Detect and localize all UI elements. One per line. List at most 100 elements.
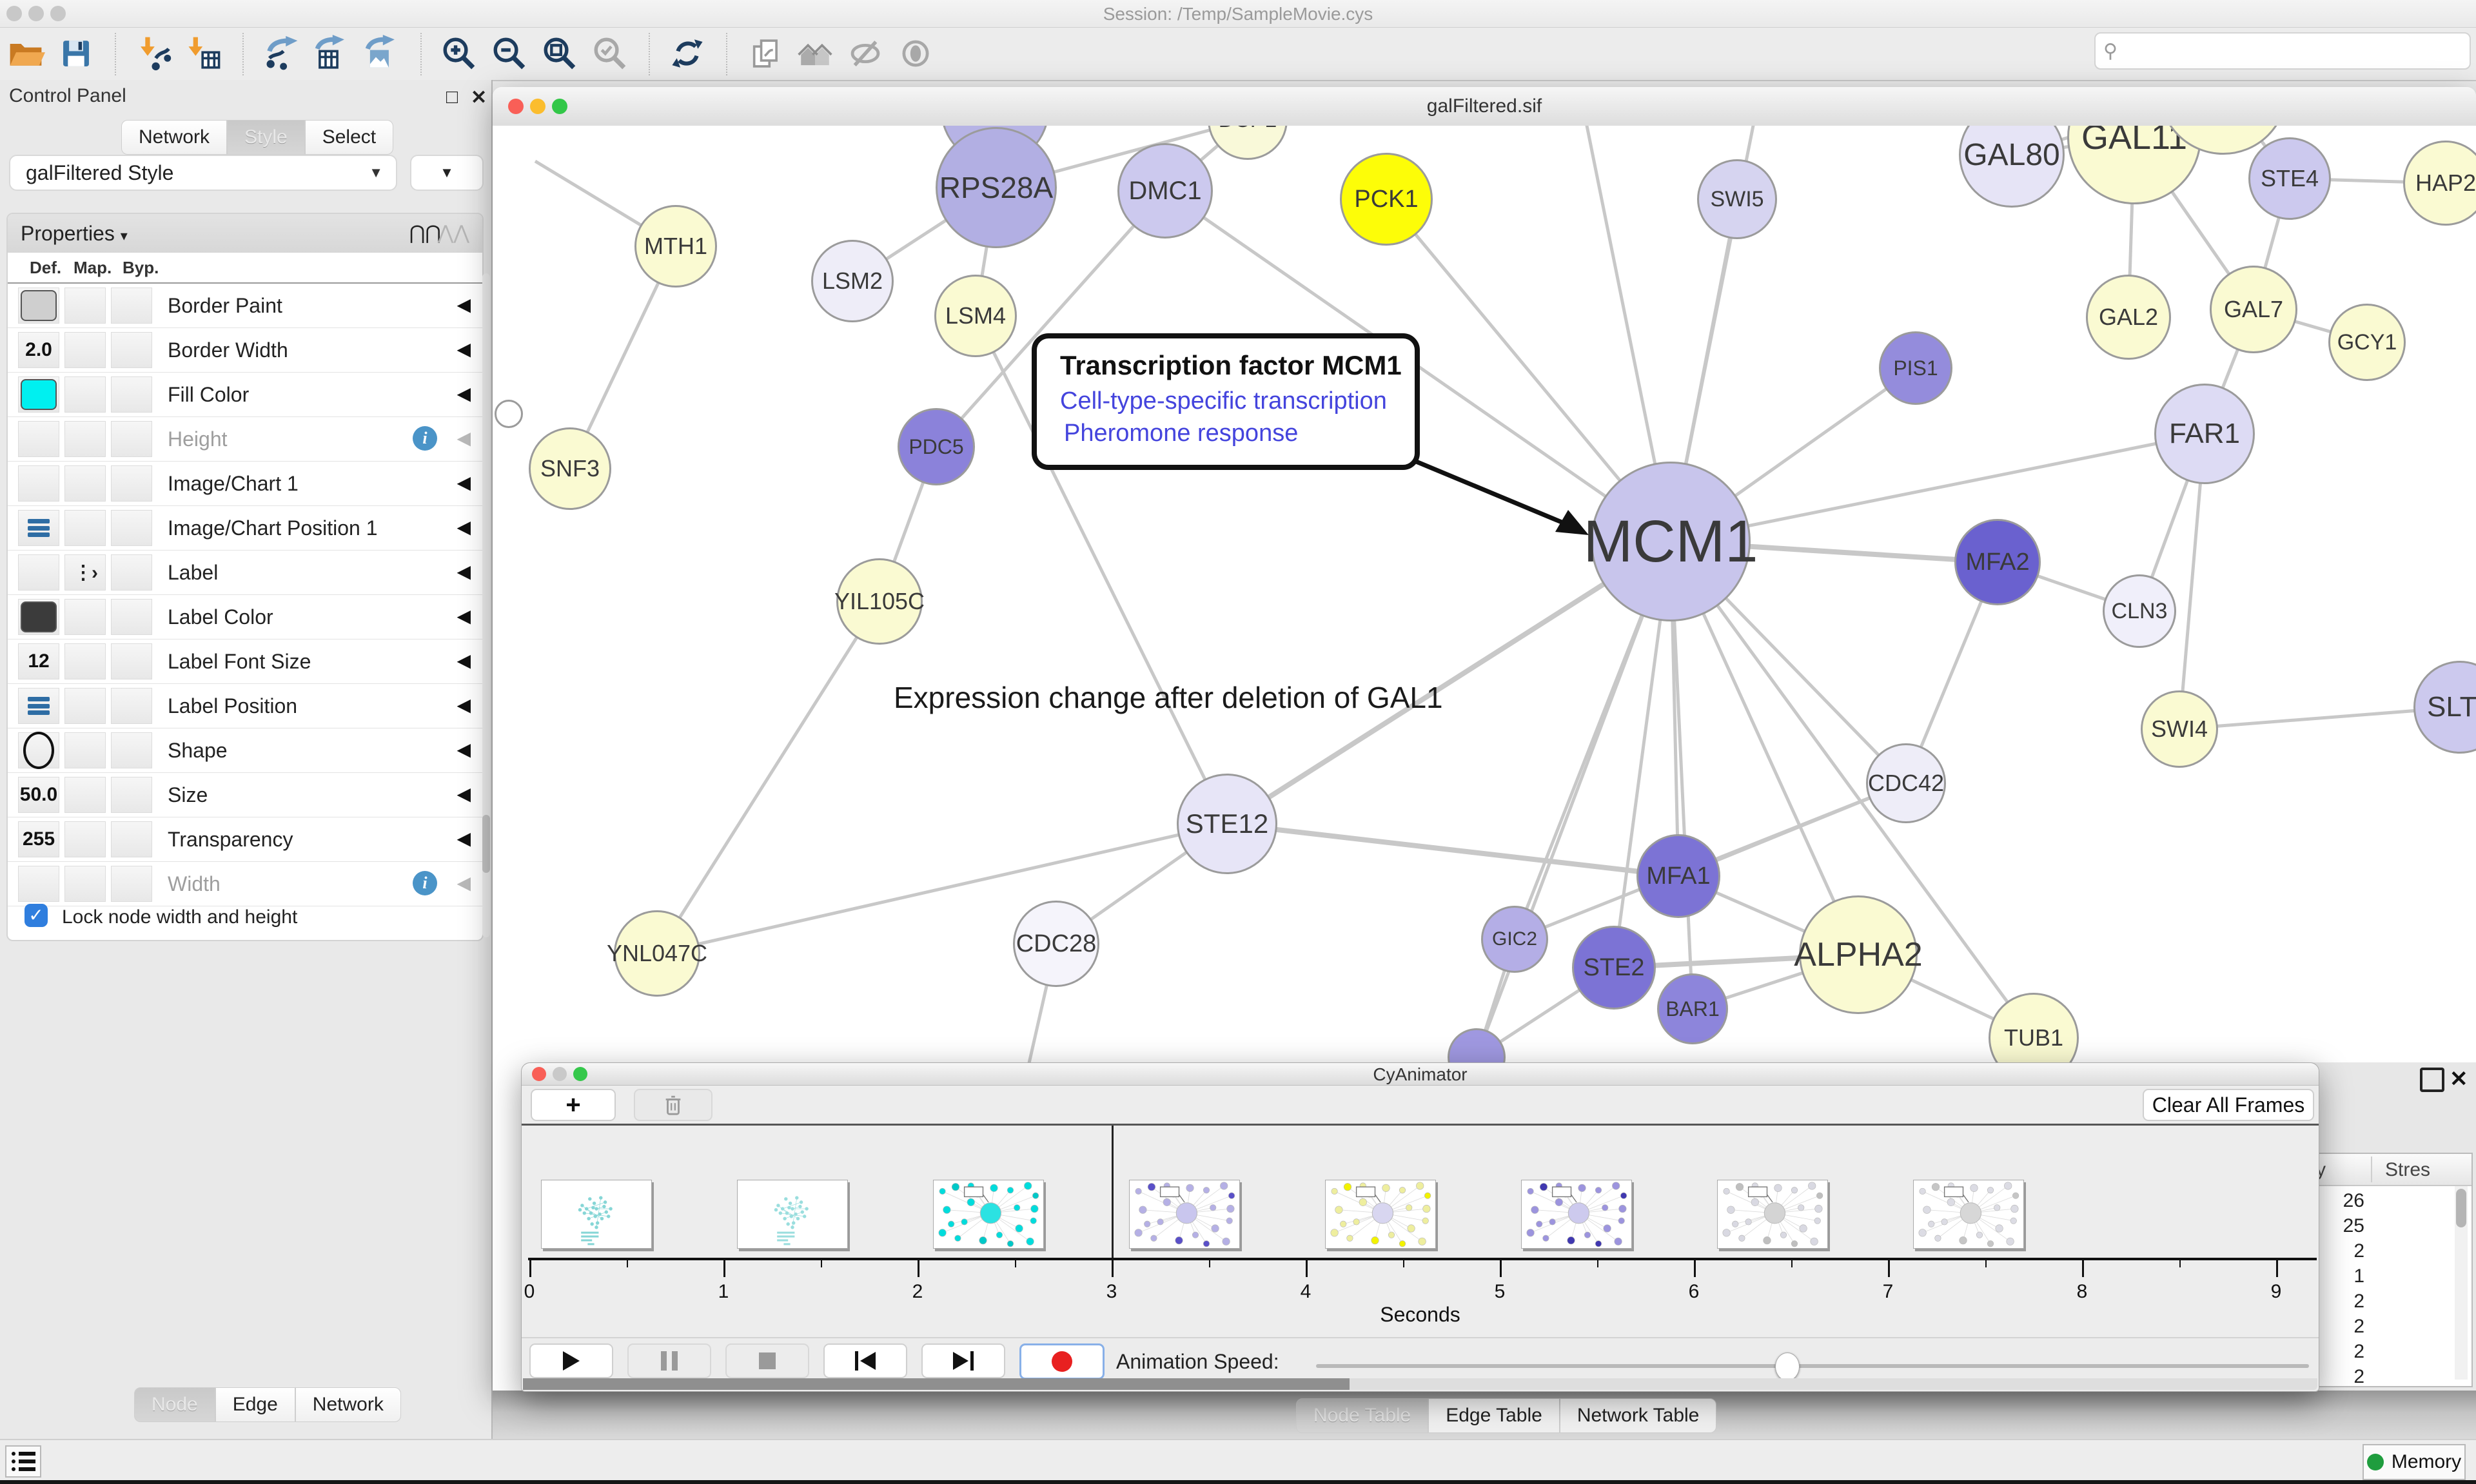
network-node-STE12[interactable]: STE12: [1177, 774, 1277, 874]
zoom-out-button[interactable]: [489, 34, 530, 75]
export-image-button[interactable]: [361, 34, 402, 75]
export-table-button[interactable]: [311, 34, 352, 75]
network-node-SNF3[interactable]: SNF3: [529, 427, 611, 510]
mapping-cell[interactable]: [64, 688, 106, 724]
animation-speed-slider[interactable]: [1316, 1364, 2309, 1368]
expand-property-icon[interactable]: ◀: [457, 605, 471, 627]
export-network-button[interactable]: [260, 34, 302, 75]
network-node-STE2[interactable]: STE2: [1572, 926, 1656, 1010]
network-node-STE4[interactable]: STE4: [2248, 137, 2331, 220]
tab-network[interactable]: Network: [295, 1387, 401, 1422]
network-node-BAR1[interactable]: BAR1: [1657, 973, 1728, 1044]
bypass-cell[interactable]: [111, 465, 152, 502]
network-node-MCM1[interactable]: MCM1: [1591, 462, 1751, 621]
default-value-cell[interactable]: 50.0: [18, 777, 59, 813]
houses-button[interactable]: [794, 34, 836, 75]
import-network-button[interactable]: [133, 34, 174, 75]
expand-property-icon[interactable]: ◀: [457, 561, 471, 582]
mapping-cell[interactable]: [64, 421, 106, 457]
bypass-cell[interactable]: [111, 288, 152, 324]
add-frame-button[interactable]: +: [531, 1089, 616, 1121]
expand-property-icon[interactable]: ◀: [457, 294, 471, 315]
frame-thumbnail-6[interactable]: [1717, 1180, 1828, 1249]
expand-property-icon[interactable]: ◀: [457, 338, 471, 360]
expand-property-icon[interactable]: ◀: [457, 516, 471, 538]
frame-thumbnail-4[interactable]: [1325, 1180, 1436, 1249]
open-folder-button[interactable]: [5, 34, 46, 75]
annotation-box[interactable]: Transcription factor MCM1 Cell-type-spec…: [1032, 333, 1420, 470]
expand-property-icon[interactable]: ◀: [457, 694, 471, 716]
network-node-CLN3[interactable]: CLN3: [2103, 574, 2176, 648]
bypass-cell[interactable]: [111, 866, 152, 902]
expand-property-icon[interactable]: ◀: [457, 427, 471, 449]
eye-slash-button[interactable]: [845, 34, 886, 75]
lock-node-size-checkbox[interactable]: ✓: [25, 904, 48, 927]
default-value-cell[interactable]: [18, 732, 59, 768]
expand-property-icon[interactable]: ◀: [457, 650, 471, 671]
network-node-MFA1[interactable]: MFA1: [1636, 834, 1720, 918]
tab-node-table[interactable]: Node Table: [1296, 1398, 1428, 1433]
network-node-PCK1[interactable]: PCK1: [1340, 153, 1433, 246]
task-history-button[interactable]: [5, 1445, 41, 1478]
clear-all-frames-button[interactable]: Clear All Frames: [2143, 1089, 2314, 1121]
properties-header[interactable]: Properties ▾ ⋂⋂ ⋀⋀: [8, 214, 482, 253]
network-node-CDC42[interactable]: CDC42: [1866, 743, 1946, 823]
network-node-SWI5[interactable]: SWI5: [1697, 159, 1777, 239]
network-node-GCY1[interactable]: GCY1: [2328, 304, 2406, 381]
default-value-cell[interactable]: 2.0: [18, 332, 59, 368]
table-header-row[interactable]: ity Stres: [2303, 1154, 2471, 1186]
network-node-CDC28[interactable]: CDC28: [1013, 901, 1099, 987]
default-value-cell[interactable]: [18, 288, 59, 324]
expand-property-icon[interactable]: ◀: [457, 783, 471, 805]
network-node-PIS1[interactable]: PIS1: [1879, 331, 1952, 405]
network-node-PDC5[interactable]: PDC5: [898, 408, 975, 485]
frame-thumbnail-0[interactable]: [541, 1180, 652, 1249]
default-value-cell[interactable]: [18, 866, 59, 902]
record-button[interactable]: [1019, 1343, 1105, 1380]
zoom-fit-button[interactable]: [539, 34, 580, 75]
bypass-cell[interactable]: [111, 332, 152, 368]
import-table-button[interactable]: [183, 34, 224, 75]
expand-property-icon[interactable]: ◀: [457, 383, 471, 404]
mapping-cell[interactable]: [64, 465, 106, 502]
mapping-cell[interactable]: [64, 732, 106, 768]
mapping-cell[interactable]: [64, 599, 106, 635]
skip-end-button[interactable]: [921, 1343, 1005, 1378]
mapping-cell[interactable]: [64, 288, 106, 324]
network-node-ALPHA2[interactable]: ALPHA2: [1799, 895, 1918, 1014]
bypass-cell[interactable]: [111, 554, 152, 591]
default-value-cell[interactable]: [18, 554, 59, 591]
network-node-GAL7[interactable]: GAL7: [2210, 266, 2297, 353]
default-value-cell[interactable]: 255: [18, 821, 59, 857]
animation-speed-slider-thumb[interactable]: [1775, 1352, 1800, 1381]
info-icon[interactable]: i: [413, 426, 437, 451]
bypass-cell[interactable]: [111, 688, 152, 724]
style-selector[interactable]: galFiltered Style ▼: [9, 155, 397, 191]
tab-select[interactable]: Select: [305, 120, 393, 155]
network-node-YNL047C[interactable]: YNL047C: [614, 910, 700, 997]
memory-button[interactable]: Memory: [2363, 1444, 2466, 1480]
mapping-cell[interactable]: [64, 777, 106, 813]
close-panel-icon[interactable]: ✕: [471, 86, 487, 109]
network-window-title-bar[interactable]: galFiltered.sif: [493, 87, 2476, 126]
frame-thumbnail-7[interactable]: [1913, 1180, 2024, 1249]
network-node-EDGE1[interactable]: [495, 400, 523, 428]
timeline-scrollbar[interactable]: [523, 1378, 2317, 1390]
play-button[interactable]: [529, 1343, 613, 1378]
style-options-button[interactable]: ▼: [410, 155, 484, 191]
tab-node[interactable]: Node: [134, 1387, 215, 1422]
refresh-button[interactable]: [667, 34, 708, 75]
network-node-MTH1[interactable]: MTH1: [634, 205, 717, 288]
mapping-cell[interactable]: [64, 821, 106, 857]
bypass-cell[interactable]: [111, 599, 152, 635]
bypass-cell[interactable]: [111, 510, 152, 546]
tab-edge-table[interactable]: Edge Table: [1428, 1398, 1560, 1433]
zoom-in-button[interactable]: [438, 34, 480, 75]
network-node-MFA2[interactable]: MFA2: [1954, 519, 2041, 605]
cyanimator-title-bar[interactable]: CyAnimator: [522, 1063, 2319, 1086]
network-node-LSM2[interactable]: LSM2: [811, 240, 894, 322]
expand-property-icon[interactable]: ◀: [457, 472, 471, 493]
frame-thumbnail-3[interactable]: [1129, 1180, 1240, 1249]
mapping-cell[interactable]: [64, 510, 106, 546]
expand-property-icon[interactable]: ◀: [457, 828, 471, 849]
